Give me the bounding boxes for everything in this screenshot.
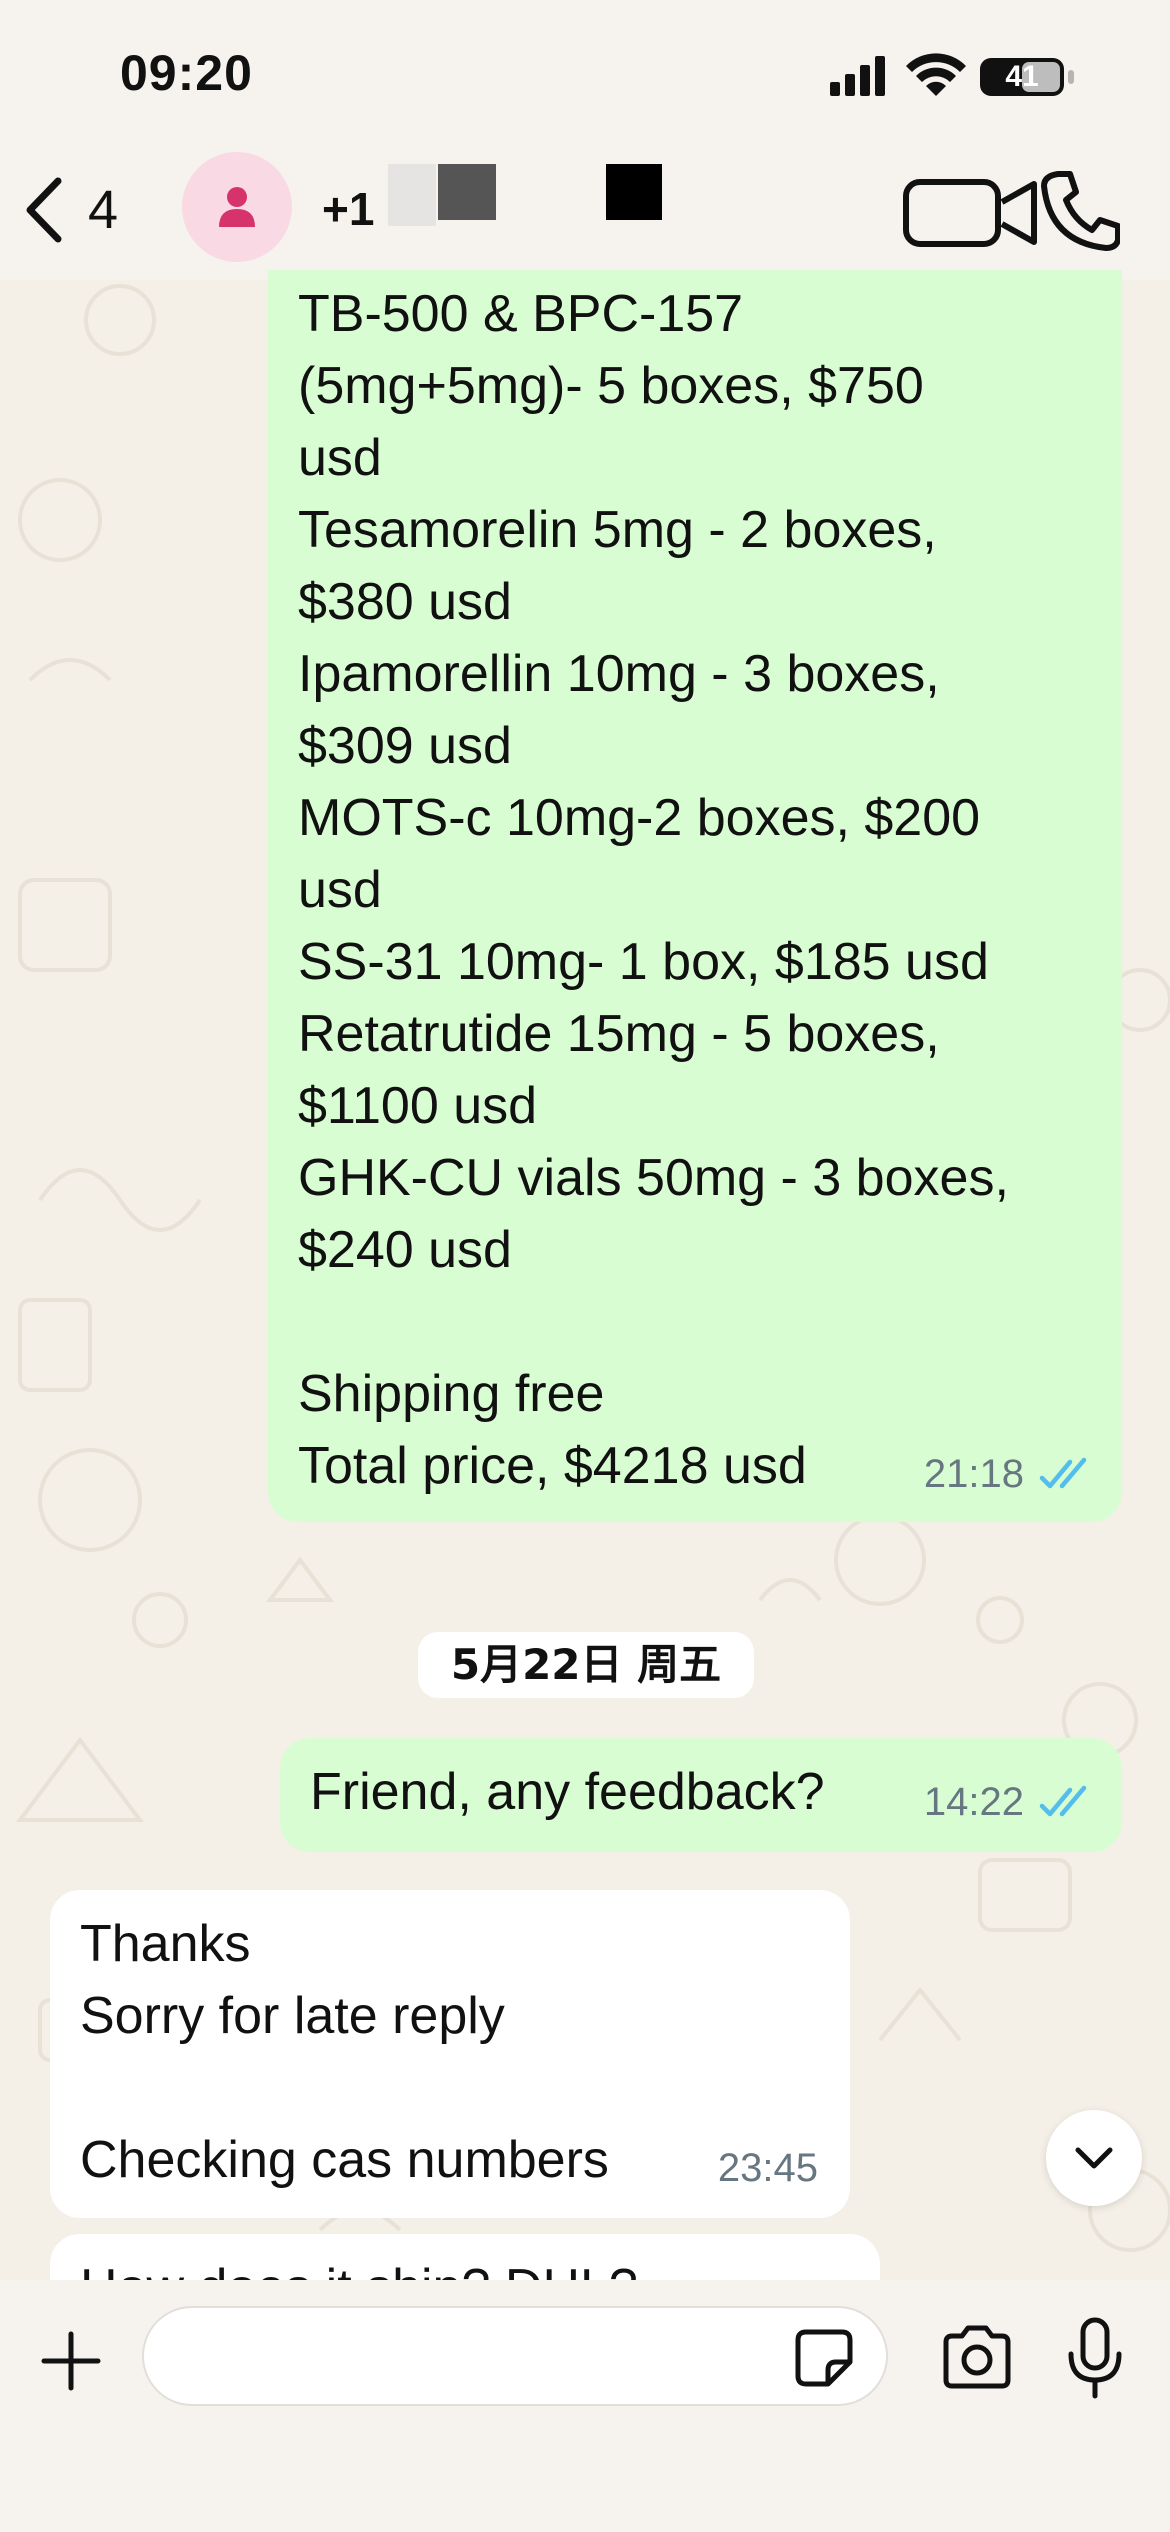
message-line: $380 usd	[298, 573, 512, 631]
message-bubble-outgoing[interactable]: Friend, any feedback? 14:22	[280, 1738, 1122, 1852]
voice-message-button[interactable]	[1066, 2316, 1124, 2400]
status-icons: 41	[830, 52, 1090, 102]
message-line: GHK-CU vials 50mg - 3 boxes,	[298, 1149, 1009, 1207]
message-time: 23:45	[717, 2146, 818, 2190]
microphone-icon	[1068, 2317, 1122, 2399]
message-line	[80, 2052, 820, 2124]
wifi-icon	[906, 53, 966, 96]
message-line: (5mg+5mg)- 5 boxes, $750	[298, 357, 924, 415]
double-check-icon	[1039, 1457, 1087, 1489]
redaction-block	[606, 164, 662, 220]
redaction-block	[388, 164, 436, 226]
avatar[interactable]	[182, 152, 292, 262]
camera-button[interactable]	[940, 2322, 1014, 2392]
message-bubble-incoming[interactable]: Thanks Sorry for late reply Checking cas…	[50, 1890, 850, 2218]
phone-icon	[1041, 171, 1121, 251]
message-line: Shipping free	[298, 1365, 605, 1423]
scroll-to-bottom-button[interactable]	[1046, 2110, 1142, 2206]
camera-icon	[943, 2325, 1011, 2389]
contact-name[interactable]: +1	[322, 182, 374, 236]
message-input[interactable]	[142, 2306, 888, 2406]
message-line: usd	[298, 861, 382, 919]
message-line: Checking cas numbers	[80, 2131, 609, 2189]
message-meta: 14:22	[924, 1766, 1094, 1838]
person-icon	[219, 187, 255, 227]
composer-bar	[0, 2280, 1170, 2532]
status-time: 09:20	[120, 45, 253, 101]
message-line: Sorry for late reply	[80, 1987, 505, 2045]
chat-header: 4 +1	[0, 150, 1170, 280]
message-line: SS-31 10mg- 1 box, $185 usd	[298, 933, 989, 991]
plus-icon	[41, 2331, 101, 2391]
chevron-down-icon	[1075, 2147, 1113, 2169]
date-separator: 5月22日 周五	[418, 1632, 754, 1698]
message-line	[298, 1286, 1092, 1358]
redaction-block	[438, 164, 496, 220]
back-button[interactable]: 4	[22, 170, 152, 250]
unread-count: 4	[88, 180, 119, 240]
video-call-button[interactable]	[902, 172, 1042, 252]
message-line: Ipamorellin 10mg - 3 boxes,	[298, 645, 940, 703]
message-bubble-outgoing[interactable]: TB-500 & BPC-157 (5mg+5mg)- 5 boxes, $75…	[268, 270, 1122, 1522]
message-line: MOTS-c 10mg-2 boxes, $200	[298, 789, 981, 847]
video-camera-icon	[903, 179, 1037, 247]
battery-level: 41	[1005, 60, 1039, 93]
chevron-left-icon	[26, 177, 62, 243]
message-line: Thanks	[80, 1915, 251, 1973]
cellular-signal-icon	[830, 56, 885, 96]
message-line: Tesamorelin 5mg - 2 boxes,	[298, 501, 937, 559]
message-time: 14:22	[923, 1780, 1024, 1824]
double-check-icon	[1039, 1785, 1087, 1817]
message-time: 21:18	[923, 1452, 1024, 1496]
message-line: $309 usd	[298, 717, 512, 775]
message-line: usd	[298, 429, 382, 487]
message-meta: 21:18	[924, 1438, 1094, 1510]
message-meta: 23:45	[718, 2132, 818, 2204]
voice-call-button[interactable]	[1040, 168, 1121, 254]
message-line: $1100 usd	[298, 1077, 538, 1135]
message-line: $240 usd	[298, 1221, 512, 1279]
status-bar: 09:20 41	[0, 0, 1170, 150]
message-line: TB-500 & BPC-157	[298, 285, 744, 343]
attach-button[interactable]	[40, 2330, 102, 2392]
message-line: Retatrutide 15mg - 5 boxes,	[298, 1005, 940, 1063]
sticker-icon	[795, 2329, 853, 2387]
sticker-button[interactable]	[792, 2326, 856, 2390]
